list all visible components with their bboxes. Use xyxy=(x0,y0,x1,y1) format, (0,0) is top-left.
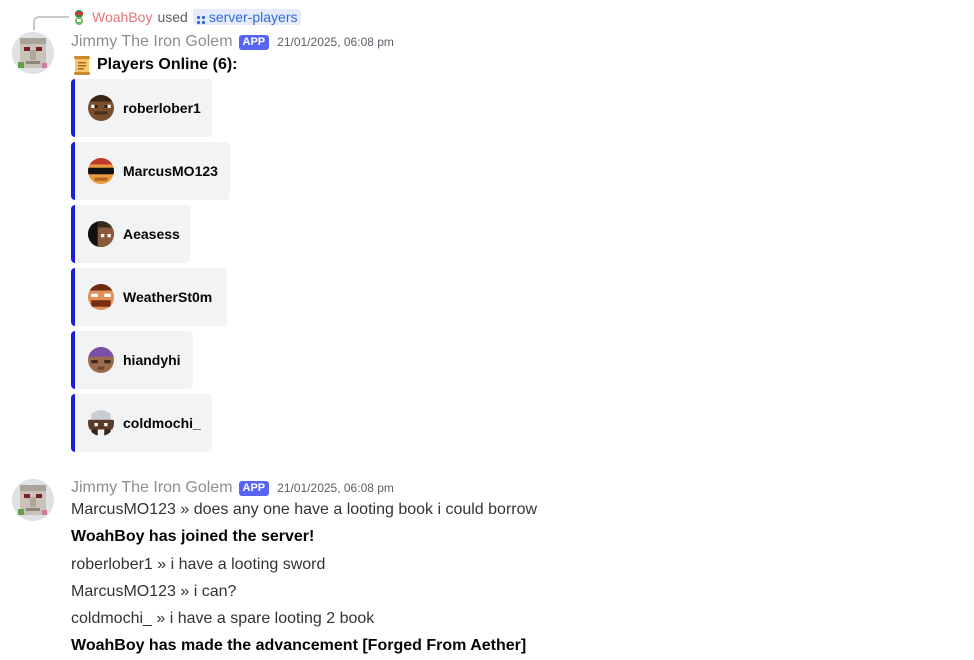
player-head-icon xyxy=(88,221,114,247)
player-head-icon xyxy=(88,347,114,373)
player-head-icon xyxy=(88,158,114,184)
message-header: Jimmy The Iron Golem APP 21/01/2025, 06:… xyxy=(71,478,394,498)
player-head-icon xyxy=(88,284,114,310)
player-embed: coldmochi_ xyxy=(71,394,212,452)
player-name: MarcusMO123 xyxy=(123,163,218,179)
author-name[interactable]: Jimmy The Iron Golem xyxy=(71,479,233,497)
scroll-icon xyxy=(71,54,93,76)
player-embed: hiandyhi xyxy=(71,331,193,389)
author-name[interactable]: Jimmy The Iron Golem xyxy=(71,33,233,51)
player-name: hiandyhi xyxy=(123,352,181,368)
chat-line: WoahBoy has made the advancement [Forged… xyxy=(71,637,527,654)
avatar[interactable] xyxy=(12,32,54,74)
slash-command-link[interactable]: server-players xyxy=(192,9,301,25)
chat-line: roberlober1 » i have a looting sword xyxy=(71,556,326,573)
app-badge: APP xyxy=(238,34,270,50)
player-embed: roberlober1 xyxy=(71,79,212,137)
reply-used-text: used xyxy=(157,9,188,25)
command-icon xyxy=(196,12,206,25)
chat-line: MarcusMO123 » does any one have a lootin… xyxy=(71,501,538,518)
command-name[interactable]: server-players xyxy=(209,9,298,25)
timestamp: 21/01/2025, 06:08 pm xyxy=(277,481,394,495)
player-name: roberlober1 xyxy=(123,100,201,116)
reply-avatar xyxy=(71,9,87,25)
avatar[interactable] xyxy=(12,479,54,521)
players-online-title: Players Online (6): xyxy=(97,56,238,73)
player-name: coldmochi_ xyxy=(123,415,201,431)
player-embed: Aeasess xyxy=(71,205,190,263)
player-embed: WeatherSt0m xyxy=(71,268,227,326)
message-header: Jimmy The Iron Golem APP 21/01/2025, 06:… xyxy=(71,32,394,52)
chat-line: MarcusMO123 » i can? xyxy=(71,583,237,600)
reply-context[interactable]: WoahBoy used server-players xyxy=(71,8,301,26)
reply-connector xyxy=(33,16,69,30)
reply-username[interactable]: WoahBoy xyxy=(92,9,152,25)
player-embed: MarcusMO123 xyxy=(71,142,230,200)
player-name: Aeasess xyxy=(123,226,180,242)
player-head-icon xyxy=(88,410,114,436)
chat-line: coldmochi_ » i have a spare looting 2 bo… xyxy=(71,610,375,627)
embed-title: Players Online (6): xyxy=(71,53,238,77)
player-head-icon xyxy=(88,95,114,121)
timestamp: 21/01/2025, 06:08 pm xyxy=(277,35,394,49)
chat-line: WoahBoy has joined the server! xyxy=(71,528,315,545)
player-name: WeatherSt0m xyxy=(123,289,213,305)
app-badge: APP xyxy=(238,480,270,496)
